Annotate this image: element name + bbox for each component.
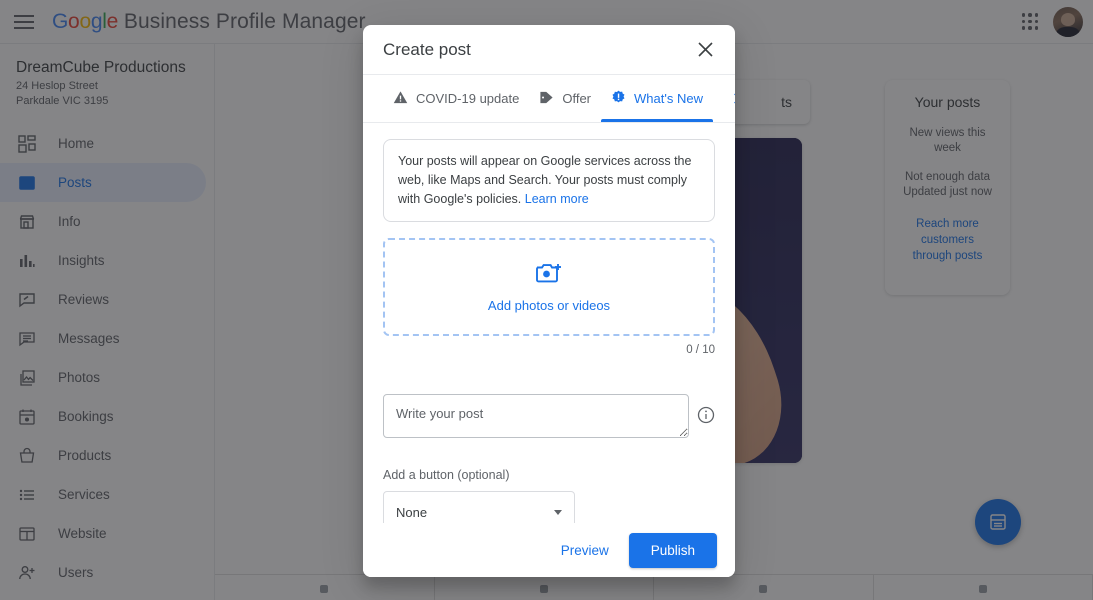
add-media-dropzone[interactable]: Add photos or videos bbox=[383, 238, 715, 336]
tab-label: Offer bbox=[562, 91, 592, 106]
dialog-body[interactable]: Your posts will appear on Google service… bbox=[363, 123, 735, 523]
post-text-input[interactable] bbox=[383, 394, 689, 438]
close-icon[interactable] bbox=[691, 36, 719, 64]
dialog-title: Create post bbox=[383, 39, 471, 59]
add-button-label: Add a button (optional) bbox=[383, 468, 510, 482]
tab-label: COVID-19 update bbox=[416, 91, 520, 106]
dialog-header: Create post bbox=[363, 25, 735, 75]
learn-more-link[interactable]: Learn more bbox=[525, 192, 589, 206]
tab-whats-new[interactable]: What's New bbox=[601, 75, 713, 122]
tab-covid-19-update[interactable]: COVID-19 update bbox=[383, 75, 529, 122]
info-circle-icon[interactable] bbox=[697, 406, 715, 429]
warning-triangle-icon bbox=[393, 90, 408, 108]
media-counter: 0 / 10 bbox=[686, 344, 715, 356]
new-badge-icon bbox=[611, 90, 626, 108]
create-post-dialog: Create post COVID-19 update Offer What's… bbox=[363, 25, 735, 577]
tab-label: What's New bbox=[634, 91, 703, 106]
post-type-tabs: COVID-19 update Offer What's New bbox=[363, 75, 735, 123]
policy-notice: Your posts will appear on Google service… bbox=[383, 139, 715, 222]
button-type-value: None bbox=[396, 504, 428, 520]
chevron-down-icon bbox=[554, 509, 562, 515]
dialog-footer: Preview Publish bbox=[363, 523, 735, 577]
chevron-right-icon[interactable] bbox=[721, 75, 735, 122]
app-root: Google Business Profile Manager DreamCub… bbox=[0, 0, 1093, 600]
add-photo-camera-icon bbox=[535, 261, 563, 290]
add-media-label: Add photos or videos bbox=[487, 298, 611, 313]
publish-button[interactable]: Publish bbox=[628, 532, 717, 568]
preview-button[interactable]: Preview bbox=[547, 534, 623, 567]
button-type-select[interactable]: None bbox=[383, 491, 575, 523]
tag-icon bbox=[539, 90, 554, 108]
tab-offer[interactable]: Offer bbox=[529, 75, 601, 122]
post-text-row bbox=[383, 394, 715, 438]
